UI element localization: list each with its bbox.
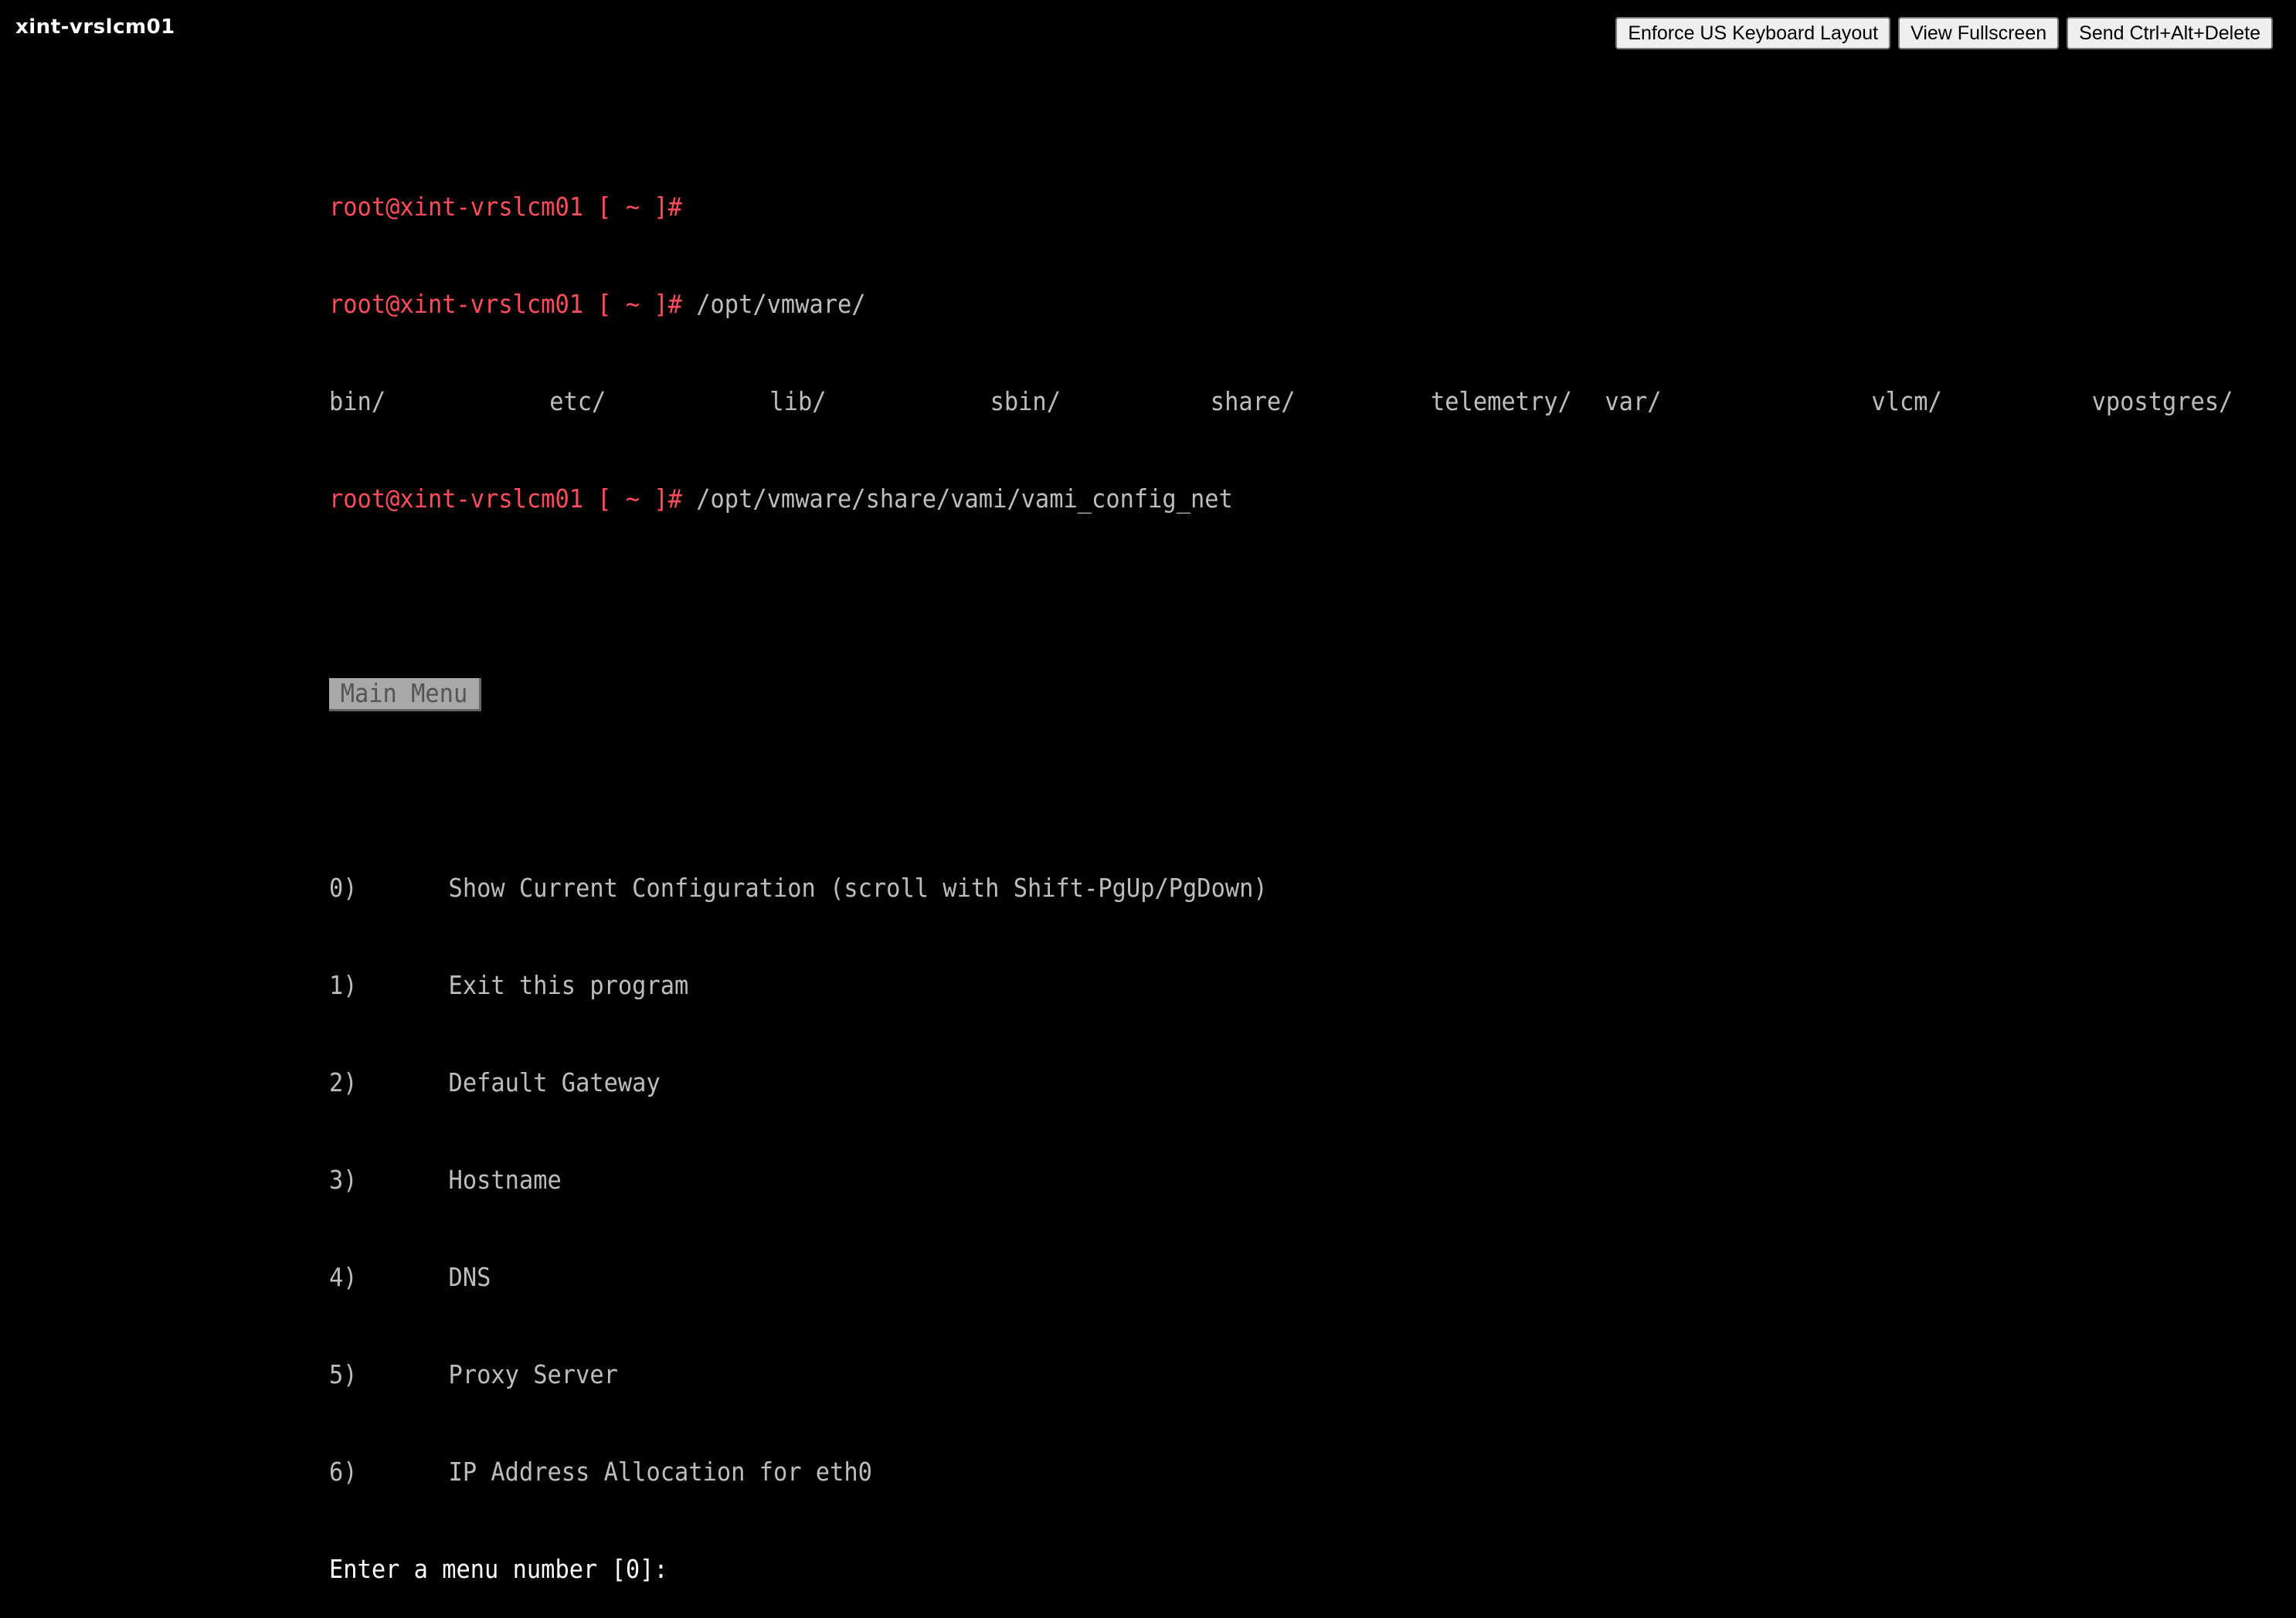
command-text: /opt/vmware/share/vami/vami_config_net: [681, 483, 1233, 514]
menu-input-prompt: Enter a menu number [0]:: [329, 1554, 668, 1584]
dir-entry: var/: [1605, 386, 1662, 416]
toolbar: Enforce US Keyboard Layout View Fullscre…: [1615, 17, 2273, 49]
menu-item-5: 5) Proxy Server: [329, 1359, 618, 1389]
dir-entry: vpostgres/: [2091, 386, 2233, 416]
menu-item-6: 6) IP Address Allocation for eth0: [329, 1457, 872, 1487]
dir-entry: lib/: [769, 386, 827, 416]
terminal-line: root@xint-vrslcm01 [ ~ ]# /opt/vmware/sh…: [329, 483, 2233, 515]
console-screen[interactable]: root@xint-vrslcm01 [ ~ ]# root@xint-vrsl…: [329, 126, 2233, 1618]
dir-entry: vlcm/: [1871, 386, 1942, 416]
menu-item-3: 3) Hostname: [329, 1165, 562, 1195]
menu-item-1: 1) Exit this program: [329, 970, 689, 1000]
view-fullscreen-button[interactable]: View Fullscreen: [1898, 17, 2060, 49]
shell-prompt: root@xint-vrslcm01 [ ~ ]#: [329, 192, 682, 222]
menu-item-4: 4) DNS: [329, 1262, 491, 1292]
dir-entry: share/: [1210, 386, 1296, 416]
dir-entry: sbin/: [990, 386, 1061, 416]
dir-entry: bin/: [329, 386, 386, 416]
terminal-line: root@xint-vrslcm01 [ ~ ]# /opt/vmware/: [329, 288, 2233, 321]
main-menu-title: Main Menu: [329, 678, 481, 711]
menu-item-2: 2) Default Gateway: [329, 1067, 661, 1097]
directory-listing: bin/etc/lib/sbin/share/telemetry/var/vlc…: [329, 385, 2233, 418]
menu-item-0: 0) Show Current Configuration (scroll wit…: [329, 873, 1268, 903]
command-text: /opt/vmware/: [681, 289, 866, 319]
shell-prompt: root@xint-vrslcm01 [ ~ ]#: [329, 289, 682, 319]
window-title: xint-vrslcm01: [15, 15, 175, 39]
terminal-line: root@xint-vrslcm01 [ ~ ]#: [329, 191, 2233, 223]
dir-entry: etc/: [549, 386, 606, 416]
dir-entry: telemetry/: [1431, 386, 1572, 416]
enforce-us-keyboard-button[interactable]: Enforce US Keyboard Layout: [1615, 17, 1891, 49]
shell-prompt: root@xint-vrslcm01 [ ~ ]#: [329, 483, 682, 514]
send-ctrl-alt-delete-button[interactable]: Send Ctrl+Alt+Delete: [2067, 17, 2273, 49]
